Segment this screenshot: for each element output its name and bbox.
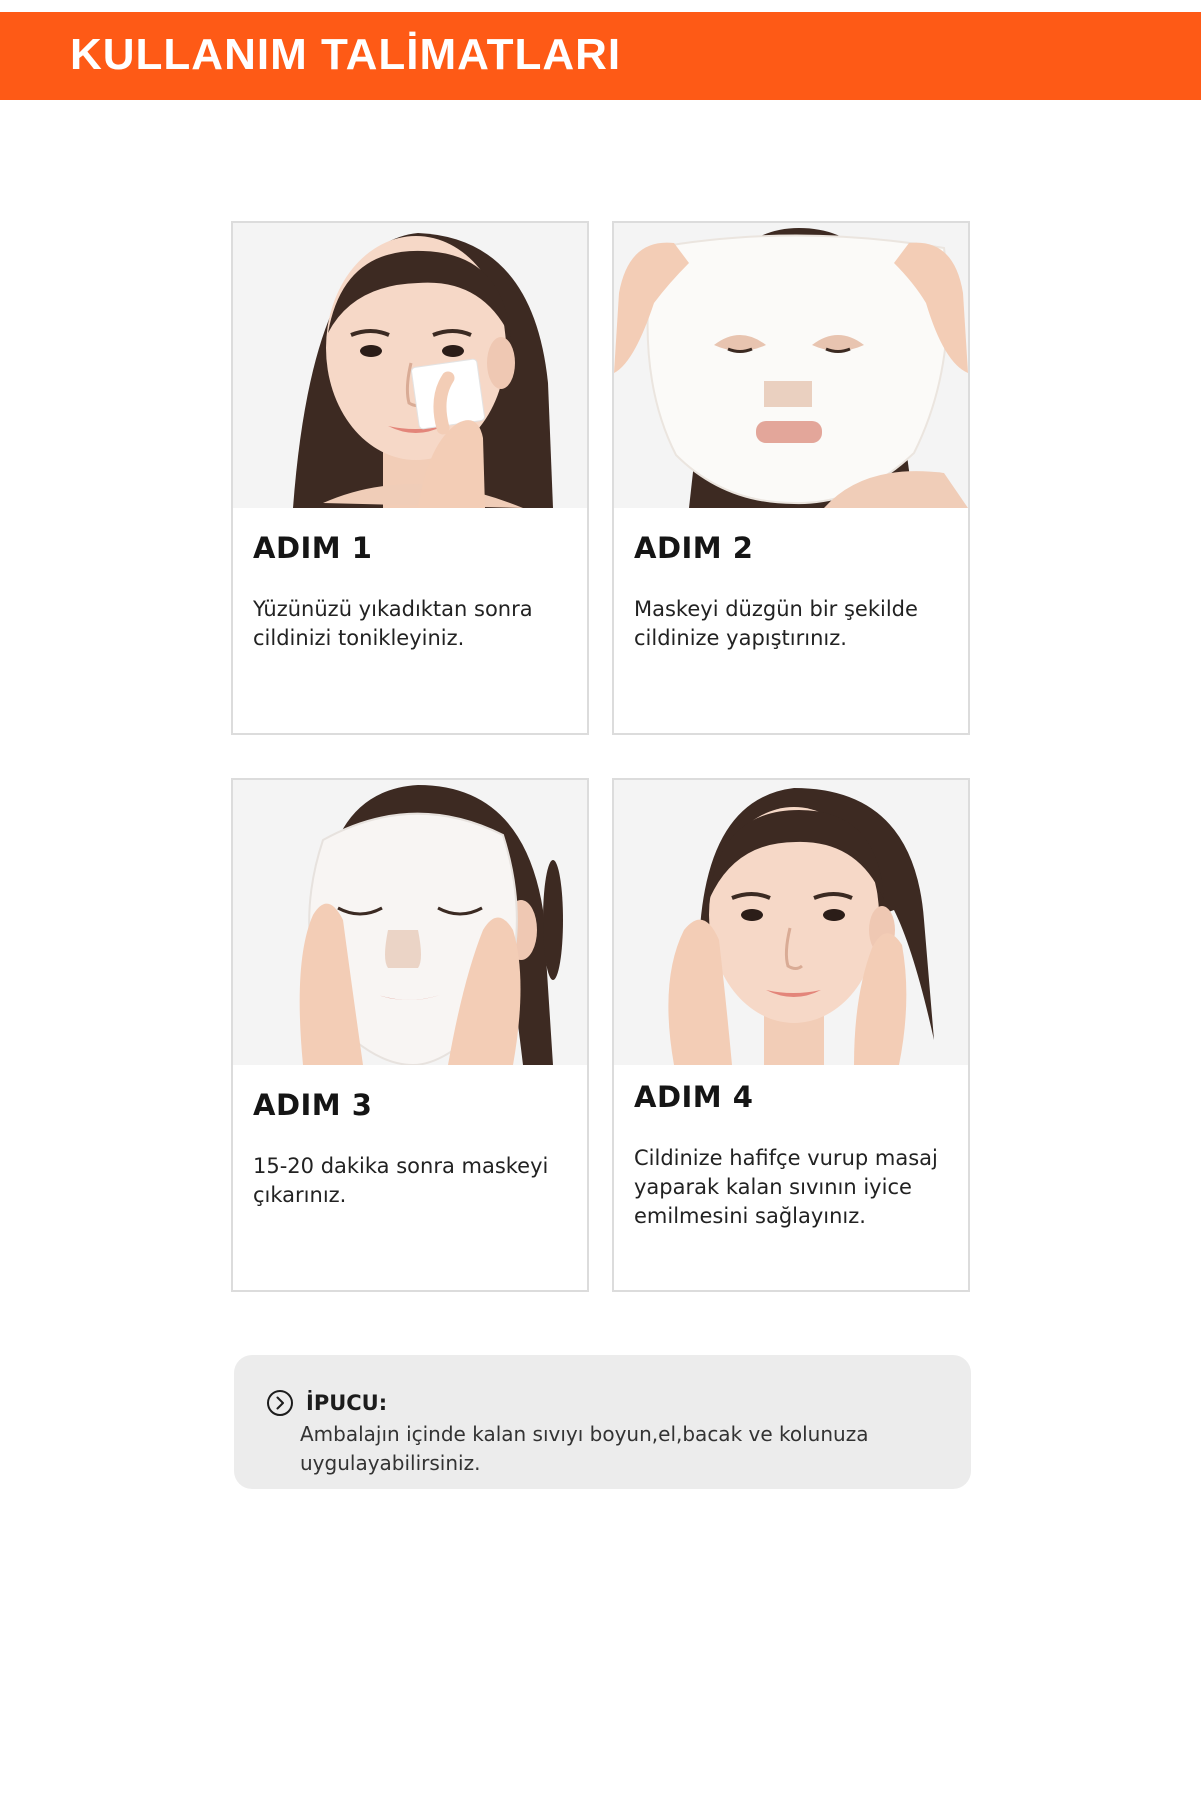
step-card-2: ADIM 2 Maskeyi düzgün bir şekilde cildin… (612, 221, 970, 735)
step-card-3: ADIM 3 15-20 dakika sonra maskeyi çıkarı… (231, 778, 589, 1292)
step-4-title: ADIM 4 (634, 1080, 754, 1114)
step-4-photo (614, 780, 968, 1065)
tip-box: İPUCU: Ambalajın içinde kalan sıvıyı boy… (234, 1355, 971, 1489)
step-card-1: ADIM 1 Yüzünüzü yıkadıktan sonra cildini… (231, 221, 589, 735)
step-3-text: 15-20 dakika sonra maskeyi çıkarınız. (253, 1154, 549, 1207)
step-3-title: ADIM 3 (253, 1088, 373, 1122)
step-2-title: ADIM 2 (634, 531, 754, 565)
step-2-photo (614, 223, 968, 508)
step-card-4: ADIM 4 Cildinize hafifçe vurup masaj yap… (612, 778, 970, 1292)
step-1-title: ADIM 1 (253, 531, 373, 565)
step-1-text: Yüzünüzü yıkadıktan sonra cildinizi toni… (253, 597, 533, 650)
step-3-photo (233, 780, 587, 1065)
step-2-text: Maskeyi düzgün bir şekilde cildinize yap… (634, 597, 918, 650)
tip-label: İPUCU: (306, 1391, 388, 1415)
header-banner: KULLANIM TALİMATLARI (0, 12, 1201, 100)
step-4-text: Cildinize hafifçe vurup masaj yaparak ka… (634, 1146, 938, 1228)
tip-text: Ambalajın içinde kalan sıvıyı boyun,el,b… (300, 1422, 869, 1475)
step-1-photo (233, 223, 587, 508)
chevron-right-circle-icon (267, 1390, 293, 1416)
page-title: KULLANIM TALİMATLARI (70, 30, 622, 79)
